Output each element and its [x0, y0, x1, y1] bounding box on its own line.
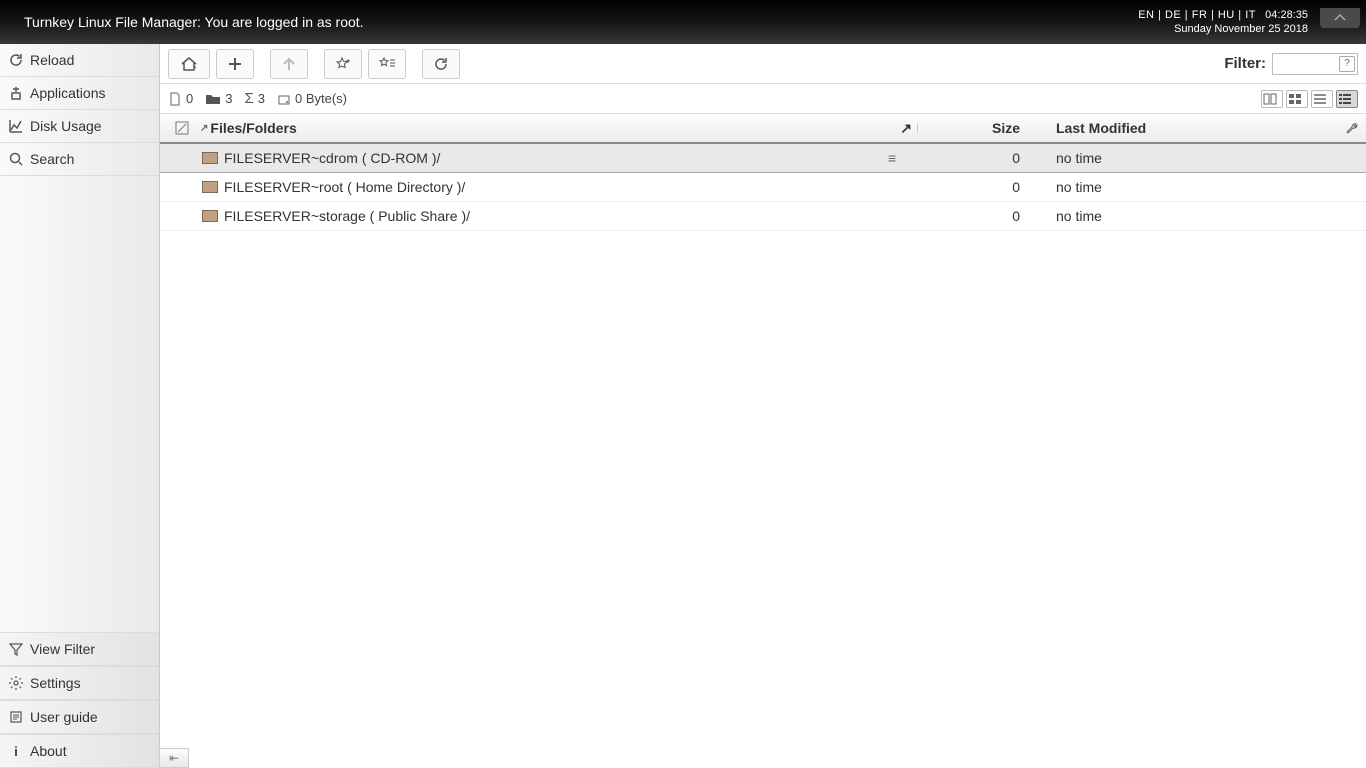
view-columns-button[interactable] — [1261, 90, 1283, 108]
plus-icon — [227, 56, 243, 72]
clock-date: Sunday November 25 2018 — [1138, 22, 1308, 36]
row-name: FILESERVER~storage ( Public Share )/ — [218, 208, 888, 224]
column-header-label: Files/Folders — [210, 120, 296, 136]
filter-label: Filter: — [1224, 55, 1266, 72]
view-details-button[interactable] — [1336, 90, 1358, 108]
sidebar-item-label: Applications — [30, 85, 106, 101]
sidebar-item-applications[interactable]: Applications — [0, 77, 159, 110]
row-modified: no time — [1038, 208, 1338, 224]
folder-icon — [202, 181, 218, 193]
bookmarks-button[interactable] — [368, 49, 406, 79]
star-list-icon — [378, 56, 396, 72]
collapse-topbar-button[interactable] — [1320, 8, 1360, 28]
file-icon — [168, 91, 182, 107]
sidebar-item-reload[interactable]: Reload — [0, 44, 159, 77]
details-icon — [1338, 93, 1352, 105]
reload-icon — [8, 52, 24, 68]
filter-icon — [8, 641, 24, 657]
status-bar: 0 3 Σ 3 0 Byte(s) — [160, 84, 1366, 114]
sidebar-item-label: View Filter — [30, 641, 95, 657]
view-list-button[interactable] — [1311, 90, 1333, 108]
refresh-icon — [433, 56, 449, 72]
table-body: FILESERVER~cdrom ( CD-ROM )/≡0no timeFIL… — [160, 144, 1366, 231]
column-header-size[interactable]: Size — [918, 120, 1038, 136]
table-header: ↗ Files/Folders ↗ Size Last Modified — [160, 114, 1366, 144]
list-icon — [1313, 93, 1327, 105]
columns-icon — [1263, 93, 1277, 105]
checkbox-icon — [175, 121, 189, 135]
row-modified: no time — [1038, 179, 1338, 195]
row-name: FILESERVER~root ( Home Directory )/ — [218, 179, 888, 195]
sidebar-item-settings[interactable]: Settings — [0, 666, 159, 700]
select-all-checkbox[interactable] — [168, 121, 196, 135]
row-modified: no time — [1038, 150, 1338, 166]
clock-time: 04:28:35 — [1265, 9, 1308, 21]
filter-help-button[interactable]: ? — [1339, 56, 1355, 72]
sidebar-item-label: User guide — [30, 709, 98, 725]
folder-count: 3 — [225, 91, 232, 106]
row-name: FILESERVER~cdrom ( CD-ROM )/ — [218, 150, 888, 166]
sidebar-item-view-filter[interactable]: View Filter — [0, 632, 159, 666]
home-icon — [179, 55, 199, 73]
sidebar-item-user-guide[interactable]: User guide — [0, 700, 159, 734]
wrench-icon — [1345, 121, 1359, 135]
gear-icon — [8, 675, 24, 691]
toolbar: Filter: ? — [160, 44, 1366, 84]
column-header-modified[interactable]: Last Modified — [1038, 120, 1338, 136]
table-row[interactable]: FILESERVER~storage ( Public Share )/ 0no … — [160, 202, 1366, 231]
up-button[interactable] — [270, 49, 308, 79]
file-count: 0 — [186, 91, 193, 106]
chevron-up-icon — [1333, 13, 1347, 23]
bytes-label: 0 Byte(s) — [295, 91, 347, 106]
info-icon — [8, 743, 24, 759]
collapse-sidebar-button[interactable]: ⇤ — [159, 748, 189, 768]
sort-asc-icon: ↗ — [200, 123, 208, 134]
row-size: 0 — [918, 208, 1038, 224]
sigma-icon: Σ — [244, 90, 253, 107]
home-button[interactable] — [168, 49, 210, 79]
language-switcher[interactable]: EN | DE | FR | HU | IT — [1138, 9, 1256, 21]
bookmark-add-button[interactable] — [324, 49, 362, 79]
folder-icon — [202, 152, 218, 164]
column-header-name[interactable]: ↗ Files/Folders ↗ — [196, 120, 918, 136]
collapse-left-icon: ⇤ — [169, 751, 179, 765]
sidebar: Reload Applications Disk Usage Search Vi… — [0, 44, 160, 768]
new-button[interactable] — [216, 49, 254, 79]
star-plus-icon — [334, 56, 352, 72]
disk-icon — [277, 92, 291, 106]
total-count: 3 — [258, 91, 265, 106]
app-title: Turnkey Linux File Manager: You are logg… — [24, 14, 364, 30]
sidebar-item-about[interactable]: About — [0, 734, 159, 768]
sidebar-item-label: Disk Usage — [30, 118, 102, 134]
sidebar-item-label: About — [30, 743, 67, 759]
book-icon — [8, 709, 24, 725]
top-bar: Turnkey Linux File Manager: You are logg… — [0, 0, 1366, 44]
column-settings-button[interactable] — [1338, 121, 1366, 135]
row-size: 0 — [918, 150, 1038, 166]
sidebar-item-label: Search — [30, 151, 74, 167]
folder-icon — [205, 92, 221, 106]
grid-icon — [1288, 93, 1302, 105]
chart-icon — [8, 118, 24, 134]
row-size: 0 — [918, 179, 1038, 195]
arrow-up-icon — [281, 56, 297, 72]
view-grid-button[interactable] — [1286, 90, 1308, 108]
sidebar-item-label: Settings — [30, 675, 81, 691]
search-icon — [8, 151, 24, 167]
expand-icon: ↗ — [900, 120, 912, 137]
sidebar-item-label: Reload — [30, 52, 74, 68]
table-row[interactable]: FILESERVER~root ( Home Directory )/ 0no t… — [160, 173, 1366, 202]
refresh-button[interactable] — [422, 49, 460, 79]
folder-icon — [202, 210, 218, 222]
row-menu-button[interactable]: ≡ — [888, 150, 918, 166]
sidebar-item-search[interactable]: Search — [0, 143, 159, 176]
sidebar-item-disk-usage[interactable]: Disk Usage — [0, 110, 159, 143]
applications-icon — [8, 85, 24, 101]
table-row[interactable]: FILESERVER~cdrom ( CD-ROM )/≡0no time — [160, 144, 1366, 173]
